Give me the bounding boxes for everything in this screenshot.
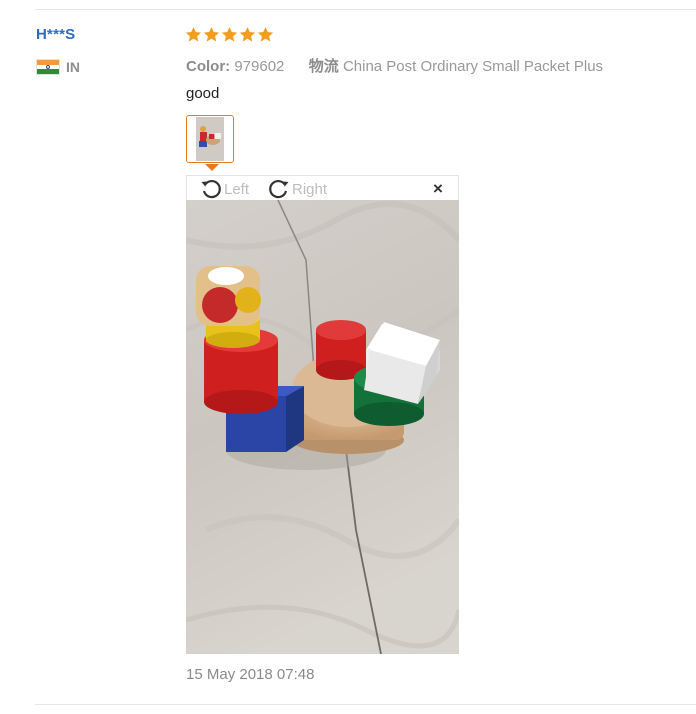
rotate-right-icon [269,180,289,199]
color-label: Color: [186,58,231,75]
star-icon [257,27,274,42]
thumbnail-image [187,116,233,162]
close-viewer-button[interactable]: × [430,180,446,197]
india-flag-icon [36,59,60,75]
star-icon [185,27,202,42]
review-photo-thumbnail[interactable] [186,115,234,163]
logistics-value: China Post Ordinary Small Packet Plus [342,58,604,75]
bottom-divider [35,704,696,705]
top-divider [35,9,696,10]
review-date: 15 May 2018 07:48 [186,666,315,683]
rotate-left-button[interactable]: Left [199,176,249,202]
rotate-right-label: Right [292,180,328,198]
logistics-label: 物流 [308,58,339,75]
rotate-left-label: Left [224,180,250,198]
star-icon [203,27,220,42]
country-code: IN [66,59,80,75]
rotate-right-button[interactable]: Right [267,176,327,202]
rotate-left-icon [201,180,221,199]
image-viewer-toolbar: Left Right × [186,175,459,201]
thumbnail-selected-caret [205,164,219,171]
reviewer-name: H***S [36,26,76,43]
star-icon [239,27,256,42]
review-meta: Color: 979602 物流 China Post Ordinary Sma… [186,55,603,76]
review-photo-large [186,200,459,654]
star-icon [221,27,238,42]
reviewer-country: IN [36,59,80,75]
star-rating [185,26,274,43]
review-text: good [186,85,220,102]
color-value: 979602 [234,58,285,75]
